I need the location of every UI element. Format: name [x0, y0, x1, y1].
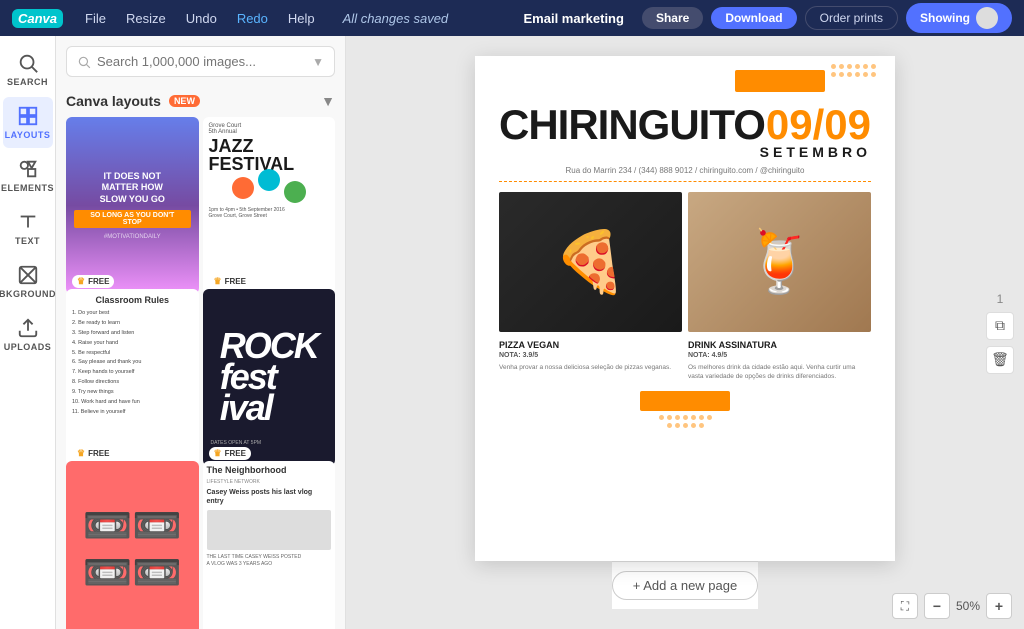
design-header: CHIRINGUITO 09/09 SETEMBRO [499, 104, 871, 160]
resize-menu[interactable]: Resize [120, 9, 172, 28]
dot-decoration [847, 72, 852, 77]
dot-decoration [863, 64, 868, 69]
chevron-down-icon[interactable]: ▼ [321, 93, 335, 109]
zoom-minus-button[interactable]: − [924, 593, 950, 619]
layout-card-jazz[interactable]: Grove Court5th Annual JAZZFESTIVAL 1pm t… [203, 117, 336, 294]
dot-decoration [831, 64, 836, 69]
add-page-button[interactable]: + Add a new page [612, 571, 758, 600]
dot-decoration [855, 64, 860, 69]
share-button[interactable]: Share [642, 7, 703, 29]
dot-decoration [839, 72, 844, 77]
caption-drink: DRINK ASSINATURA NOTA: 4.9/5 Os melhores… [688, 340, 871, 381]
redo-button[interactable]: Redo [231, 9, 274, 28]
free-badge-rock: ♛ FREE [209, 447, 251, 460]
background-icon [17, 264, 39, 286]
dots-bottom [655, 415, 715, 428]
dot-decoration [839, 64, 844, 69]
right-toolbar: 1 ⧉ 🗑 [986, 292, 1014, 374]
orange-bar-top [735, 70, 825, 92]
crown-icon-classroom: ♛ [77, 448, 85, 459]
zoom-controls: ⛶ − 50% + [892, 593, 1012, 619]
crown-icon: ♛ [77, 276, 85, 287]
dot-decoration [871, 72, 876, 77]
page-number: 1 [997, 292, 1004, 306]
caption-pizza: PIZZA VEGAN NOTA: 3.9/5 Venha provar a n… [499, 340, 682, 381]
design-title: CHIRINGUITO [499, 104, 765, 146]
help-menu[interactable]: Help [282, 9, 321, 28]
search-bar-icon [77, 55, 91, 69]
design-images [499, 192, 871, 332]
pizza-note: NOTA: 3.9/5 [499, 352, 682, 359]
pizza-image [499, 192, 682, 332]
drink-image [688, 192, 871, 332]
sidebar-item-elements[interactable]: Elements [3, 150, 53, 201]
elements-icon [17, 158, 39, 180]
dot-decoration [863, 72, 868, 77]
sidebar-item-text[interactable]: Text [3, 203, 53, 254]
present-button[interactable]: ⛶ [892, 593, 918, 619]
drink-note: NOTA: 4.9/5 [688, 352, 871, 359]
design-captions: PIZZA VEGAN NOTA: 3.9/5 Venha provar a n… [499, 340, 871, 381]
avatar [976, 7, 998, 29]
free-badge-jazz: ♛ FREE [209, 275, 251, 288]
new-badge: NEW [169, 95, 200, 107]
main-area: Search Layouts Elements Text Bkground Up… [0, 36, 1024, 629]
dot-decoration [855, 72, 860, 77]
orange-bar-bottom [640, 391, 730, 411]
free-badge-classroom: ♛ FREE [72, 447, 114, 460]
order-prints-button[interactable]: Order prints [805, 6, 898, 30]
showing-button[interactable]: Showing [906, 3, 1012, 33]
undo-button[interactable]: Undo [180, 9, 223, 28]
saved-status: All changes saved [337, 9, 455, 28]
crown-icon-jazz: ♛ [214, 276, 222, 287]
drink-desc: Os melhores drink da cidade estão aqui. … [688, 363, 871, 381]
search-bar[interactable]: ▼ [66, 46, 335, 77]
layout-grid: IT DOES NOTMATTER HOWSLOW YOU GO SO LONG… [56, 117, 345, 629]
search-icon [17, 52, 39, 74]
search-bar-wrapper: ▼ [56, 36, 345, 87]
delete-page-button[interactable]: 🗑 [986, 346, 1014, 374]
sidebar-item-uploads[interactable]: Uploads [3, 309, 53, 360]
search-input[interactable] [97, 54, 306, 69]
dot-decoration [831, 72, 836, 77]
pizza-title: PIZZA VEGAN [499, 340, 682, 350]
zoom-level: 50% [956, 599, 980, 613]
canva-logo[interactable]: Canva [12, 9, 63, 28]
layout-card-classroom[interactable]: Classroom Rules 1. Do your best 2. Be re… [66, 289, 199, 466]
document-title: Email marketing [524, 11, 624, 26]
layouts-title: Canva layouts [66, 93, 161, 109]
dot-decoration [871, 64, 876, 69]
bottom-bar: + Add a new page [612, 561, 758, 609]
layouts-icon [17, 105, 39, 127]
design-date: 09/09 [766, 104, 871, 146]
sidebar-item-search[interactable]: Search [3, 44, 53, 95]
download-button[interactable]: Download [711, 7, 796, 29]
sidebar-icons: Search Layouts Elements Text Bkground Up… [0, 36, 56, 629]
layout-header: Canva layouts NEW ▼ [56, 87, 345, 117]
file-menu[interactable]: File [79, 9, 112, 28]
crown-icon-rock: ♛ [214, 448, 222, 459]
text-icon [17, 211, 39, 233]
design-address: Rua do Marrin 234 / (344) 888 9012 / chi… [499, 166, 871, 175]
sidebar-item-layouts[interactable]: Layouts [3, 97, 53, 148]
free-badge: ♛ FREE [72, 275, 114, 288]
left-panel: ▼ Canva layouts NEW ▼ IT DOES NOTMATTER … [56, 36, 346, 629]
layout-card-rock[interactable]: ROCKfestival DATES OPEN AT 5PM ♛ FREE [203, 289, 336, 466]
uploads-icon [17, 317, 39, 339]
pizza-desc: Venha provar a nossa deliciosa seleção d… [499, 363, 682, 372]
layout-card-neighborhood[interactable]: The Neighborhood LIFESTYLE NETWORK Casey… [203, 461, 336, 629]
sidebar-item-background[interactable]: Bkground [3, 256, 53, 307]
top-navigation: Canva File Resize Undo Redo Help All cha… [0, 0, 1024, 36]
dot-decoration [847, 64, 852, 69]
search-dropdown-icon[interactable]: ▼ [312, 55, 324, 69]
drink-title: DRINK ASSINATURA [688, 340, 871, 350]
design-content: CHIRINGUITO 09/09 SETEMBRO Rua do Marrin… [475, 56, 895, 561]
layout-card-motivational[interactable]: IT DOES NOTMATTER HOWSLOW YOU GO SO LONG… [66, 117, 199, 294]
layout-card-cassette[interactable]: 📼📼📼📼 [66, 461, 199, 629]
canvas-page: CHIRINGUITO 09/09 SETEMBRO Rua do Marrin… [475, 56, 895, 561]
zoom-plus-button[interactable]: + [986, 593, 1012, 619]
separator-line [499, 181, 871, 182]
copy-page-button[interactable]: ⧉ [986, 312, 1014, 340]
canvas-area: CHIRINGUITO 09/09 SETEMBRO Rua do Marrin… [346, 36, 1024, 629]
